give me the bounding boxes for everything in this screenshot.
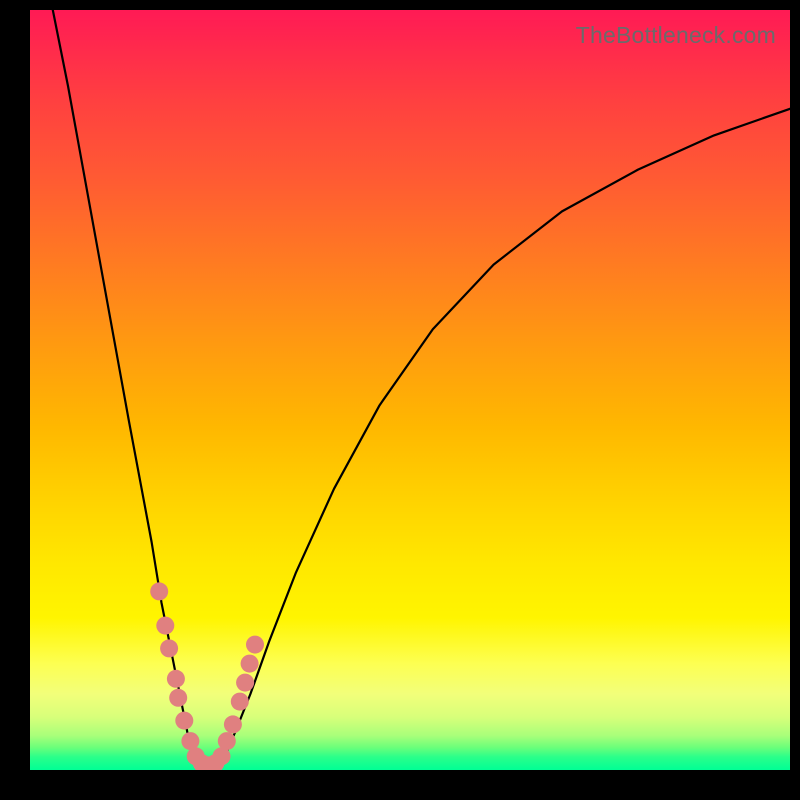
scatter-dot	[175, 712, 193, 730]
chart-frame: TheBottleneck.com	[0, 0, 800, 800]
curve-right-branch	[224, 109, 790, 759]
scatter-dot	[150, 582, 168, 600]
scatter-dot	[236, 674, 254, 692]
scatter-dot	[246, 636, 264, 654]
scatter-dot	[231, 693, 249, 711]
scatter-dot	[169, 689, 187, 707]
plot-area: TheBottleneck.com	[30, 10, 790, 770]
scatter-dot	[241, 655, 259, 673]
chart-svg	[30, 10, 790, 770]
scatter-dots	[150, 582, 264, 770]
scatter-dot	[156, 617, 174, 635]
scatter-dot	[160, 639, 178, 657]
scatter-dot	[167, 670, 185, 688]
scatter-dot	[218, 732, 236, 750]
scatter-dot	[224, 715, 242, 733]
